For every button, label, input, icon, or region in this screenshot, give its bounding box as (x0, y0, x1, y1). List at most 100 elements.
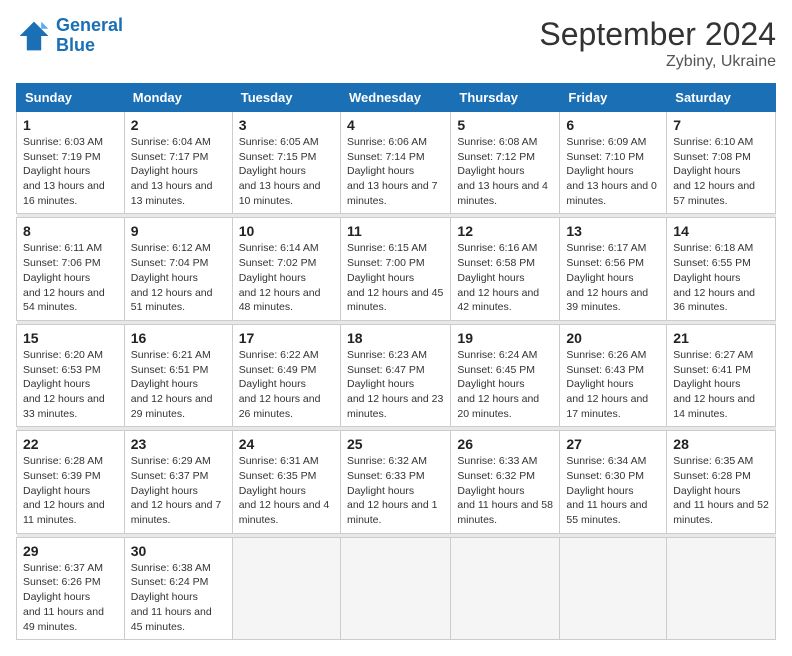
table-row: 22 Sunrise: 6:28 AM Sunset: 6:39 PM Dayl… (17, 431, 125, 533)
day-number: 16 (131, 330, 226, 346)
col-sunday: Sunday (17, 84, 125, 112)
table-row: 9 Sunrise: 6:12 AM Sunset: 7:04 PM Dayli… (124, 218, 232, 320)
table-row: 5 Sunrise: 6:08 AM Sunset: 7:12 PM Dayli… (451, 112, 560, 214)
calendar-header-row: Sunday Monday Tuesday Wednesday Thursday… (17, 84, 776, 112)
day-number: 20 (566, 330, 660, 346)
day-info: Sunrise: 6:24 AM Sunset: 6:45 PM Dayligh… (457, 348, 553, 421)
calendar-table: Sunday Monday Tuesday Wednesday Thursday… (16, 83, 776, 640)
table-row: 23 Sunrise: 6:29 AM Sunset: 6:37 PM Dayl… (124, 431, 232, 533)
table-row: 17 Sunrise: 6:22 AM Sunset: 6:49 PM Dayl… (232, 324, 340, 426)
day-number: 3 (239, 117, 334, 133)
logo-line1: General (56, 16, 123, 36)
day-info: Sunrise: 6:32 AM Sunset: 6:33 PM Dayligh… (347, 454, 444, 527)
table-row: 2 Sunrise: 6:04 AM Sunset: 7:17 PM Dayli… (124, 112, 232, 214)
day-info: Sunrise: 6:16 AM Sunset: 6:58 PM Dayligh… (457, 241, 553, 314)
table-row: 12 Sunrise: 6:16 AM Sunset: 6:58 PM Dayl… (451, 218, 560, 320)
day-number: 6 (566, 117, 660, 133)
day-info: Sunrise: 6:23 AM Sunset: 6:47 PM Dayligh… (347, 348, 444, 421)
col-saturday: Saturday (667, 84, 776, 112)
table-row: 16 Sunrise: 6:21 AM Sunset: 6:51 PM Dayl… (124, 324, 232, 426)
day-info: Sunrise: 6:14 AM Sunset: 7:02 PM Dayligh… (239, 241, 334, 314)
table-row: 13 Sunrise: 6:17 AM Sunset: 6:56 PM Dayl… (560, 218, 667, 320)
table-row: 10 Sunrise: 6:14 AM Sunset: 7:02 PM Dayl… (232, 218, 340, 320)
day-info: Sunrise: 6:09 AM Sunset: 7:10 PM Dayligh… (566, 135, 660, 208)
table-row: 7 Sunrise: 6:10 AM Sunset: 7:08 PM Dayli… (667, 112, 776, 214)
day-number: 23 (131, 436, 226, 452)
table-row: 30 Sunrise: 6:38 AM Sunset: 6:24 PM Dayl… (124, 537, 232, 639)
day-number: 4 (347, 117, 444, 133)
day-number: 2 (131, 117, 226, 133)
day-number: 19 (457, 330, 553, 346)
calendar-week-4: 22 Sunrise: 6:28 AM Sunset: 6:39 PM Dayl… (17, 431, 776, 533)
day-number: 17 (239, 330, 334, 346)
day-number: 29 (23, 543, 118, 559)
day-number: 14 (673, 223, 769, 239)
table-row: 28 Sunrise: 6:35 AM Sunset: 6:28 PM Dayl… (667, 431, 776, 533)
day-number: 10 (239, 223, 334, 239)
col-wednesday: Wednesday (340, 84, 450, 112)
day-number: 12 (457, 223, 553, 239)
day-number: 1 (23, 117, 118, 133)
day-info: Sunrise: 6:26 AM Sunset: 6:43 PM Dayligh… (566, 348, 660, 421)
day-info: Sunrise: 6:18 AM Sunset: 6:55 PM Dayligh… (673, 241, 769, 314)
day-info: Sunrise: 6:04 AM Sunset: 7:17 PM Dayligh… (131, 135, 226, 208)
day-number: 18 (347, 330, 444, 346)
title-block: September 2024 Zybiny, Ukraine (539, 16, 776, 71)
logo: General Blue (16, 16, 123, 56)
day-number: 11 (347, 223, 444, 239)
table-row (232, 537, 340, 639)
day-info: Sunrise: 6:35 AM Sunset: 6:28 PM Dayligh… (673, 454, 769, 527)
col-tuesday: Tuesday (232, 84, 340, 112)
table-row (340, 537, 450, 639)
table-row: 1 Sunrise: 6:03 AM Sunset: 7:19 PM Dayli… (17, 112, 125, 214)
logo-line2: Blue (56, 36, 123, 56)
day-number: 30 (131, 543, 226, 559)
table-row: 8 Sunrise: 6:11 AM Sunset: 7:06 PM Dayli… (17, 218, 125, 320)
table-row: 6 Sunrise: 6:09 AM Sunset: 7:10 PM Dayli… (560, 112, 667, 214)
col-monday: Monday (124, 84, 232, 112)
day-number: 21 (673, 330, 769, 346)
table-row (667, 537, 776, 639)
day-info: Sunrise: 6:22 AM Sunset: 6:49 PM Dayligh… (239, 348, 334, 421)
day-number: 26 (457, 436, 553, 452)
day-info: Sunrise: 6:33 AM Sunset: 6:32 PM Dayligh… (457, 454, 553, 527)
table-row: 11 Sunrise: 6:15 AM Sunset: 7:00 PM Dayl… (340, 218, 450, 320)
calendar-week-5: 29 Sunrise: 6:37 AM Sunset: 6:26 PM Dayl… (17, 537, 776, 639)
day-info: Sunrise: 6:06 AM Sunset: 7:14 PM Dayligh… (347, 135, 444, 208)
day-info: Sunrise: 6:38 AM Sunset: 6:24 PM Dayligh… (131, 561, 226, 634)
day-number: 24 (239, 436, 334, 452)
day-info: Sunrise: 6:03 AM Sunset: 7:19 PM Dayligh… (23, 135, 118, 208)
table-row: 21 Sunrise: 6:27 AM Sunset: 6:41 PM Dayl… (667, 324, 776, 426)
table-row: 4 Sunrise: 6:06 AM Sunset: 7:14 PM Dayli… (340, 112, 450, 214)
day-info: Sunrise: 6:27 AM Sunset: 6:41 PM Dayligh… (673, 348, 769, 421)
table-row: 20 Sunrise: 6:26 AM Sunset: 6:43 PM Dayl… (560, 324, 667, 426)
calendar-week-2: 8 Sunrise: 6:11 AM Sunset: 7:06 PM Dayli… (17, 218, 776, 320)
day-info: Sunrise: 6:37 AM Sunset: 6:26 PM Dayligh… (23, 561, 118, 634)
day-info: Sunrise: 6:11 AM Sunset: 7:06 PM Dayligh… (23, 241, 118, 314)
table-row: 26 Sunrise: 6:33 AM Sunset: 6:32 PM Dayl… (451, 431, 560, 533)
day-info: Sunrise: 6:20 AM Sunset: 6:53 PM Dayligh… (23, 348, 118, 421)
day-number: 8 (23, 223, 118, 239)
day-number: 5 (457, 117, 553, 133)
col-friday: Friday (560, 84, 667, 112)
table-row: 14 Sunrise: 6:18 AM Sunset: 6:55 PM Dayl… (667, 218, 776, 320)
day-number: 22 (23, 436, 118, 452)
table-row: 18 Sunrise: 6:23 AM Sunset: 6:47 PM Dayl… (340, 324, 450, 426)
logo-icon (16, 18, 52, 54)
table-row: 19 Sunrise: 6:24 AM Sunset: 6:45 PM Dayl… (451, 324, 560, 426)
table-row: 29 Sunrise: 6:37 AM Sunset: 6:26 PM Dayl… (17, 537, 125, 639)
day-number: 7 (673, 117, 769, 133)
day-info: Sunrise: 6:08 AM Sunset: 7:12 PM Dayligh… (457, 135, 553, 208)
day-number: 27 (566, 436, 660, 452)
table-row: 3 Sunrise: 6:05 AM Sunset: 7:15 PM Dayli… (232, 112, 340, 214)
day-number: 25 (347, 436, 444, 452)
col-thursday: Thursday (451, 84, 560, 112)
day-number: 28 (673, 436, 769, 452)
day-info: Sunrise: 6:28 AM Sunset: 6:39 PM Dayligh… (23, 454, 118, 527)
calendar-week-3: 15 Sunrise: 6:20 AM Sunset: 6:53 PM Dayl… (17, 324, 776, 426)
day-info: Sunrise: 6:15 AM Sunset: 7:00 PM Dayligh… (347, 241, 444, 314)
day-number: 13 (566, 223, 660, 239)
table-row: 24 Sunrise: 6:31 AM Sunset: 6:35 PM Dayl… (232, 431, 340, 533)
month-title: September 2024 (539, 16, 776, 53)
table-row: 15 Sunrise: 6:20 AM Sunset: 6:53 PM Dayl… (17, 324, 125, 426)
